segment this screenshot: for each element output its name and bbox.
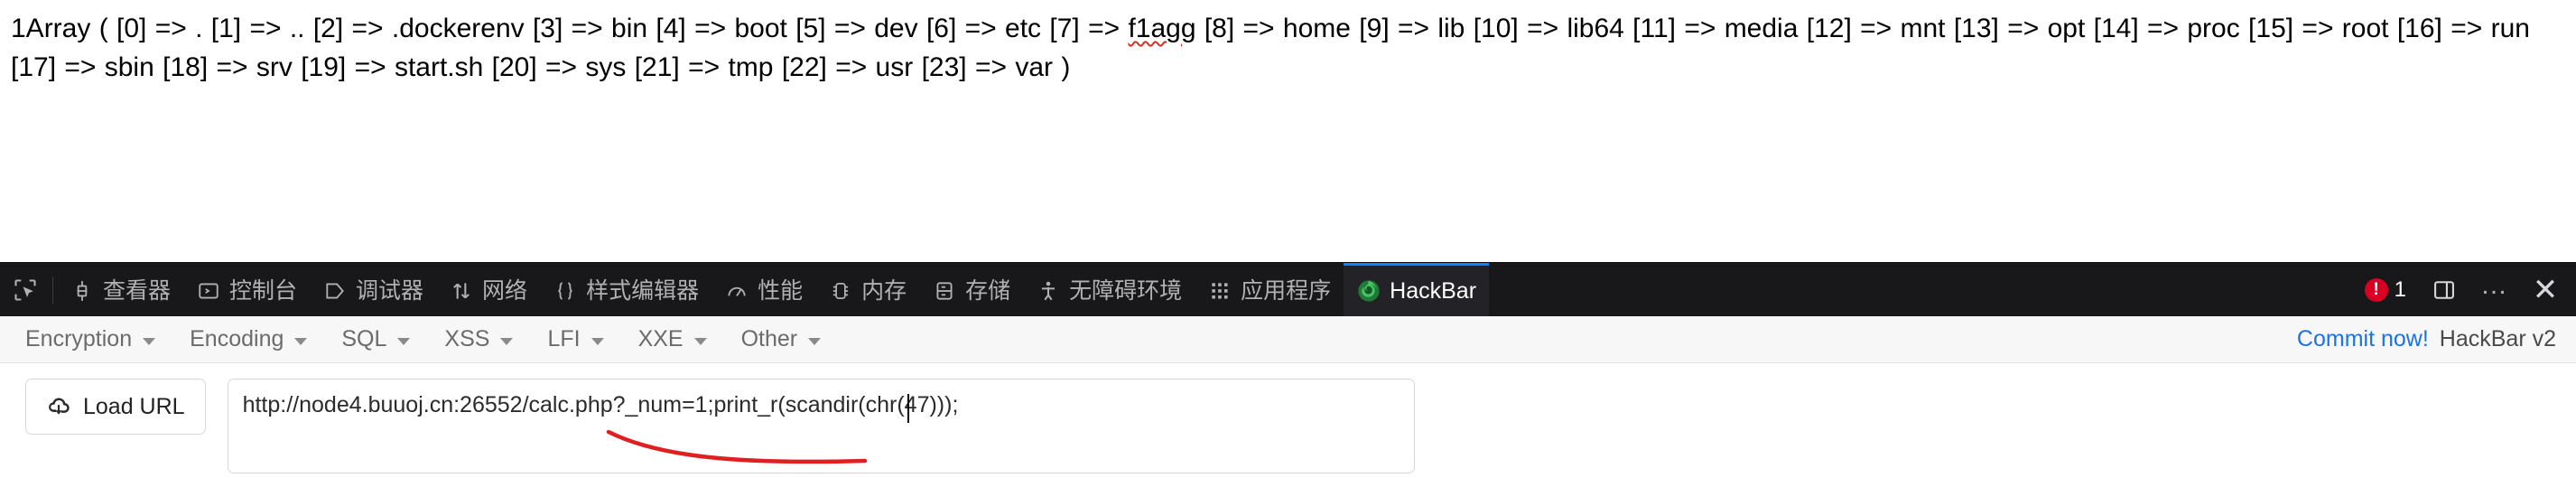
inspector-icon — [70, 278, 95, 304]
menu-sql-label: SQL — [341, 326, 387, 351]
menu-other[interactable]: Other — [741, 323, 836, 356]
performance-icon — [724, 278, 749, 304]
load-url-button-label: Load URL — [83, 393, 185, 419]
chevron-down-icon — [294, 337, 308, 345]
chevron-down-icon — [143, 337, 156, 345]
error-count-badge[interactable]: ! 1 — [2352, 277, 2419, 303]
tab-hackbar-label: HackBar — [1390, 277, 1477, 304]
devtools-tab-list: 查看器 控制台 调试器 网络 样式编辑器 性能 内存 存储 无障碍环境 应用程序… — [57, 262, 1490, 317]
menu-xxe-label: XXE — [637, 326, 684, 351]
scandir-output-prefix: 1Array ( [0] => . [1] => .. [2] => .dock… — [11, 14, 1129, 43]
menu-xss[interactable]: XSS — [444, 323, 527, 356]
tab-network[interactable]: 网络 — [436, 263, 540, 317]
close-icon: ✕ — [2532, 272, 2559, 307]
network-icon — [449, 278, 474, 304]
element-picker-button[interactable] — [0, 263, 51, 317]
console-icon — [196, 278, 221, 304]
chevron-down-icon — [397, 337, 411, 345]
tab-hackbar[interactable]: HackBar — [1344, 262, 1490, 317]
toolbar-separator — [52, 276, 53, 304]
tab-debugger-label: 调试器 — [356, 277, 424, 304]
menu-xss-label: XSS — [444, 326, 490, 351]
menu-lfi-label: LFI — [547, 326, 581, 351]
application-icon — [1207, 278, 1232, 304]
tab-storage-label: 存储 — [965, 277, 1011, 304]
accessibility-icon — [1036, 278, 1061, 304]
tab-console-label: 控制台 — [229, 277, 298, 304]
menu-lfi[interactable]: LFI — [547, 323, 618, 356]
devtools-tab-bar: 查看器 控制台 调试器 网络 样式编辑器 性能 内存 存储 无障碍环境 应用程序… — [0, 262, 2576, 317]
debugger-icon — [322, 278, 348, 304]
hackbar-url-row: Load URL — [0, 363, 2576, 473]
menu-encoding-label: Encoding — [190, 326, 284, 351]
element-picker-icon — [13, 277, 38, 303]
scandir-output-text: 1Array ( [0] => . [1] => .. [2] => .dock… — [11, 9, 2565, 87]
memory-icon — [828, 278, 853, 304]
tab-performance[interactable]: 性能 — [711, 263, 815, 317]
tab-inspector-label: 查看器 — [103, 277, 172, 304]
tab-console[interactable]: 控制台 — [183, 263, 310, 317]
hackbar-firefox-icon — [1356, 278, 1381, 304]
url-input[interactable] — [227, 379, 1415, 473]
tab-application-label: 应用程序 — [1241, 277, 1332, 304]
close-devtools-button[interactable]: ✕ — [2520, 263, 2571, 317]
tab-debugger[interactable]: 调试器 — [310, 263, 436, 317]
load-url-button[interactable]: Load URL — [25, 379, 206, 435]
chevron-down-icon — [500, 337, 514, 345]
devtools-toolbar-right: ! 1 … ✕ — [2352, 263, 2576, 317]
error-count-label: 1 — [2394, 276, 2406, 302]
chevron-down-icon — [591, 337, 604, 345]
browser-page-content: 1Array ( [0] => . [1] => .. [2] => .dock… — [0, 0, 2576, 262]
tab-accessibility-label: 无障碍环境 — [1069, 277, 1183, 304]
style-editor-icon — [553, 278, 578, 304]
dock-panel-icon — [2432, 277, 2457, 303]
menu-sql[interactable]: SQL — [341, 323, 424, 356]
tab-network-label: 网络 — [482, 277, 528, 304]
chevron-down-icon — [693, 337, 707, 345]
tab-application[interactable]: 应用程序 — [1195, 263, 1344, 317]
tab-style-editor-label: 样式编辑器 — [586, 277, 700, 304]
tab-storage[interactable]: 存储 — [919, 263, 1023, 317]
tab-memory[interactable]: 内存 — [815, 263, 919, 317]
menu-xxe[interactable]: XXE — [638, 323, 721, 356]
cloud-download-icon — [46, 394, 71, 419]
commit-now-link[interactable]: Commit now! — [2297, 326, 2429, 352]
scandir-output-flag-filename: f1agg — [1128, 14, 1196, 43]
menu-encoding[interactable]: Encoding — [190, 323, 321, 356]
chevron-down-icon — [808, 337, 822, 345]
menu-encryption-label: Encryption — [25, 326, 133, 351]
tab-style-editor[interactable]: 样式编辑器 — [540, 263, 711, 317]
screenshot-root: 1Array ( [0] => . [1] => .. [2] => .dock… — [0, 0, 2576, 473]
dock-panel-button[interactable] — [2419, 263, 2469, 317]
menu-encryption[interactable]: Encryption — [25, 323, 170, 356]
error-circle-icon: ! — [2364, 277, 2388, 302]
more-options-icon: … — [2480, 269, 2509, 300]
url-input-wrapper — [227, 379, 1415, 478]
tab-memory-label: 内存 — [861, 277, 907, 304]
hackbar-menu-right: Commit now! HackBar v2 — [2297, 326, 2556, 352]
more-options-button[interactable]: … — [2469, 258, 2520, 322]
hackbar-version-label: HackBar v2 — [2439, 326, 2556, 351]
tab-accessibility[interactable]: 无障碍环境 — [1023, 263, 1195, 317]
tab-performance-label: 性能 — [758, 277, 804, 304]
storage-icon — [932, 278, 957, 304]
menu-other-label: Other — [740, 326, 798, 351]
hackbar-menu-bar: Encryption Encoding SQL XSS LFI XXE Othe… — [0, 316, 2576, 363]
text-cursor — [907, 394, 909, 423]
tab-inspector[interactable]: 查看器 — [57, 263, 183, 317]
